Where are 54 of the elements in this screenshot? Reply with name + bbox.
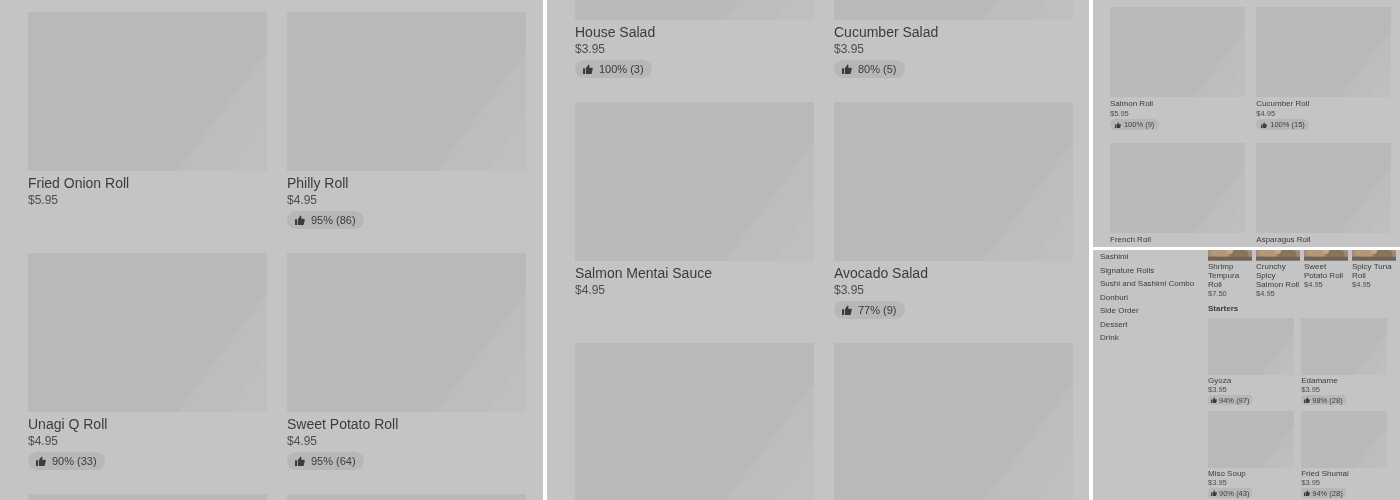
rating-text: 100% (3) — [599, 63, 644, 75]
thumbs-up-icon — [842, 64, 852, 74]
item-price: $4.95 — [28, 433, 60, 449]
item-price: $3.95 — [834, 282, 866, 298]
category-link[interactable]: Sushi and Sashimi Combo — [1100, 277, 1208, 291]
item-price: $3.95 — [834, 41, 866, 57]
item-name: French Roll — [1110, 234, 1152, 245]
item-name: Philly Roll — [287, 174, 350, 192]
item-name: Salmon Roll — [1110, 98, 1155, 109]
item-name: Asparagus Roll — [1256, 234, 1312, 245]
thumbs-up-icon — [1210, 490, 1217, 497]
thumbs-up-icon — [1304, 490, 1311, 497]
item-price: $3.95 — [575, 41, 607, 57]
category-link[interactable]: Signature Rolls — [1100, 263, 1208, 277]
thumbs-up-icon — [295, 215, 305, 225]
item-name: Fried Onion Roll — [28, 174, 131, 192]
thumbs-up-icon — [1304, 397, 1311, 404]
item-name: Salmon Mentai Sauce — [575, 264, 713, 282]
item-price: $4.95 — [575, 282, 607, 298]
thumbs-up-icon — [583, 64, 593, 74]
item-name: Sweet Potato Roll — [1304, 261, 1345, 280]
category-link[interactable]: Side Order — [1100, 304, 1208, 318]
item-name: Gyoza — [1208, 376, 1233, 385]
item-name: Shrimp Tempura Roll — [1208, 261, 1241, 289]
item-name: Miso Soup — [1208, 469, 1247, 479]
thumbs-up-icon — [295, 456, 305, 466]
item-name: Cucumber Roll — [1256, 98, 1311, 109]
category-link[interactable]: Drink — [1100, 331, 1208, 345]
item-name: Crunchy Spicy Salmon Roll — [1256, 261, 1300, 289]
item-name: House Salad — [575, 23, 657, 41]
thumbs-up-icon — [1210, 397, 1217, 404]
item-name: Spicy Tuna Roll — [1352, 261, 1393, 280]
thumbs-up-icon — [36, 456, 46, 466]
item-price: $5.95 — [28, 192, 60, 208]
item-name: Sweet Potato Roll — [287, 415, 400, 433]
rating-text: 95% (64) — [311, 455, 356, 467]
rating-text: 90% (33) — [52, 455, 97, 467]
item-price: $4.95 — [287, 192, 319, 208]
thumbs-up-icon — [842, 305, 852, 315]
rating-text: 95% (86) — [311, 214, 356, 226]
item-name: Unagi Q Roll — [28, 415, 109, 433]
category-link[interactable]: Sashimi — [1100, 250, 1208, 264]
rating-text: 80% (5) — [858, 63, 897, 75]
item-name: Edamame — [1301, 376, 1339, 385]
section-title: Starters — [1208, 303, 1240, 313]
item-name: Avocado Salad — [834, 264, 929, 282]
thumbs-up-icon — [1114, 121, 1121, 128]
category-link[interactable]: Dessert — [1100, 317, 1208, 331]
rating-text: 77% (9) — [858, 304, 897, 316]
item-name: Fried Shumai — [1301, 469, 1350, 479]
item-price: $4.95 — [287, 433, 319, 449]
item-name: Cucumber Salad — [834, 23, 940, 41]
category-link[interactable]: Donburi — [1100, 290, 1208, 304]
thumbs-up-icon — [1260, 121, 1267, 128]
